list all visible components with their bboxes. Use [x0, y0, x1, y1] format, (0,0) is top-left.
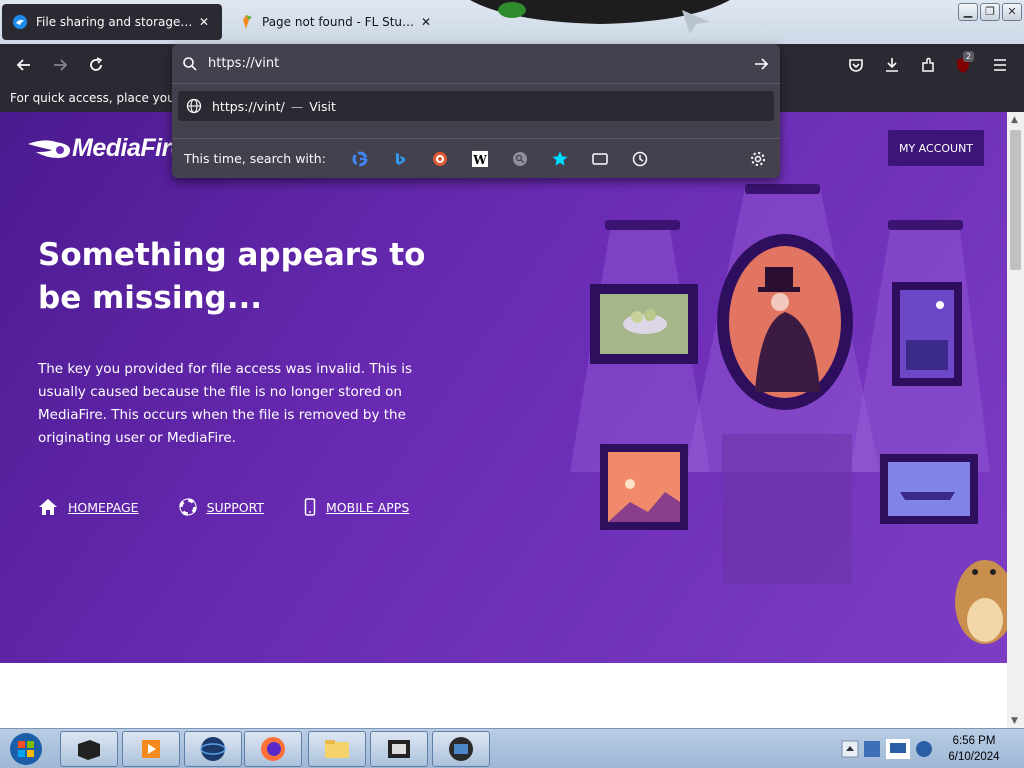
page-links: HOMEPAGE SUPPORT MOBILE APPS [38, 498, 449, 516]
window-controls: ▁ ❐ ✕ [958, 3, 1022, 21]
wikipedia-engine-icon[interactable]: W [470, 149, 490, 169]
tab-strip: File sharing and storage made simple ✕ P… [0, 0, 1024, 44]
page-scrollbar[interactable]: ▲ ▼ [1007, 112, 1024, 728]
media-player-icon [142, 740, 160, 758]
globe-app-icon [200, 737, 226, 761]
my-account-button[interactable]: MY ACCOUNT [888, 130, 984, 166]
scrollbar-thumb[interactable] [1010, 130, 1021, 270]
support-link-label: SUPPORT [206, 499, 264, 515]
taskbar-app-firefox[interactable] [244, 731, 302, 767]
tray-app-icon[interactable] [864, 741, 880, 757]
tab-title: Page not found - FL Studio [262, 15, 418, 29]
pocket-icon[interactable] [846, 55, 866, 75]
error-description: The key you provided for file access was… [38, 361, 412, 446]
minimize-button[interactable]: ▁ [958, 3, 978, 21]
window-frame-decoration [470, 0, 730, 34]
forward-arrow-icon [54, 59, 68, 71]
search-settings-gear-icon[interactable] [748, 149, 768, 169]
mediafire-flame-icon [28, 139, 70, 158]
search-with-label: This time, search with: [184, 151, 326, 166]
globe-icon [186, 98, 202, 114]
home-icon [39, 499, 57, 515]
tab-mediafire[interactable]: File sharing and storage made simple ✕ [2, 4, 222, 40]
mediafire-favicon-icon [12, 14, 28, 30]
tab-close-icon[interactable]: ✕ [196, 14, 212, 30]
tv-icon [449, 737, 473, 761]
windows-taskbar: 6:56 PM 6/10/2024 [0, 728, 1024, 768]
support-link[interactable]: SUPPORT [178, 498, 264, 516]
fl-studio-favicon-icon [238, 14, 254, 30]
history-clock-icon[interactable] [630, 149, 650, 169]
menu-icon[interactable] [990, 55, 1010, 75]
ublock-extension-icon[interactable]: 2 [954, 51, 975, 75]
suggestion-separator: — [290, 98, 304, 114]
clock-date: 6/10/2024 [948, 751, 1000, 763]
google-engine-icon[interactable] [350, 149, 370, 169]
tray-clock-app-icon[interactable] [916, 741, 932, 757]
tab-fl-studio[interactable]: Page not found - FL Studio ✕ [228, 4, 444, 40]
folder-icon [325, 740, 349, 758]
taskbar-app-video[interactable] [370, 731, 428, 767]
black-box-icon [78, 740, 100, 760]
scroll-up-arrow-icon[interactable]: ▲ [1011, 115, 1018, 125]
clock-time: 6:56 PM [952, 735, 996, 747]
lifebuoy-icon [178, 498, 197, 516]
downloads-icon[interactable] [882, 55, 902, 75]
film-icon [388, 740, 410, 758]
go-arrow-icon[interactable] [752, 55, 770, 73]
search-icon [183, 56, 197, 71]
taskbar-app-explorer[interactable] [308, 731, 366, 767]
url-dropdown-panel: https://vint/ — Visit This time, search … [172, 44, 780, 178]
taskbar-clock[interactable]: 6:56 PM 6/10/2024 [938, 733, 1010, 765]
reload-icon [90, 57, 103, 71]
firefox-icon [261, 737, 285, 761]
mobile-apps-link-label: MOBILE APPS [326, 499, 410, 515]
taskbar-app-globe[interactable] [184, 731, 242, 767]
taskbar-app-box[interactable] [60, 731, 118, 767]
logo-text: MediaFire [72, 134, 185, 162]
url-suggestion-row[interactable]: https://vint/ — Visit [178, 91, 774, 121]
error-heading: Something appears to be missing... [38, 237, 426, 316]
extensions-icon[interactable] [918, 55, 938, 75]
tab-close-icon[interactable]: ✕ [418, 14, 434, 30]
mediafire-error-page: MediaFire MY ACCOUNT Something appears t… [0, 112, 1007, 663]
search-engine-row: This time, search with: W [172, 138, 780, 178]
url-input[interactable] [208, 56, 752, 71]
restore-button[interactable]: ❐ [980, 3, 1000, 21]
bing-engine-icon[interactable] [390, 149, 410, 169]
search-engine-icon[interactable] [510, 149, 530, 169]
suggestion-action: Visit [309, 98, 336, 114]
taskbar-app-media[interactable] [122, 731, 180, 767]
forward-button[interactable] [46, 51, 74, 79]
svg-text:W: W [472, 153, 487, 167]
duckduckgo-engine-icon[interactable] [430, 149, 450, 169]
tab-title: File sharing and storage made simple [36, 15, 196, 29]
suggestion-url: https://vint/ [212, 98, 285, 114]
taskbar-app-tv[interactable] [432, 731, 490, 767]
mobile-apps-link[interactable]: MOBILE APPS [304, 498, 409, 516]
scroll-down-arrow-icon[interactable]: ▼ [1011, 716, 1018, 726]
gallery-illustration [570, 184, 1007, 644]
back-button[interactable] [10, 51, 38, 79]
extension-badge: 2 [963, 51, 975, 62]
reload-button[interactable] [82, 51, 110, 79]
url-bar [172, 44, 780, 84]
homepage-link[interactable]: HOMEPAGE [38, 498, 139, 516]
close-window-button[interactable]: ✕ [1002, 3, 1022, 21]
homepage-link-label: HOMEPAGE [68, 499, 139, 515]
tabs-icon[interactable] [590, 149, 610, 169]
mediafire-logo[interactable]: MediaFire [26, 134, 185, 163]
back-arrow-icon [16, 59, 30, 71]
bookmarks-star-icon[interactable] [550, 149, 570, 169]
phone-icon [304, 498, 316, 516]
start-button[interactable] [6, 731, 46, 767]
